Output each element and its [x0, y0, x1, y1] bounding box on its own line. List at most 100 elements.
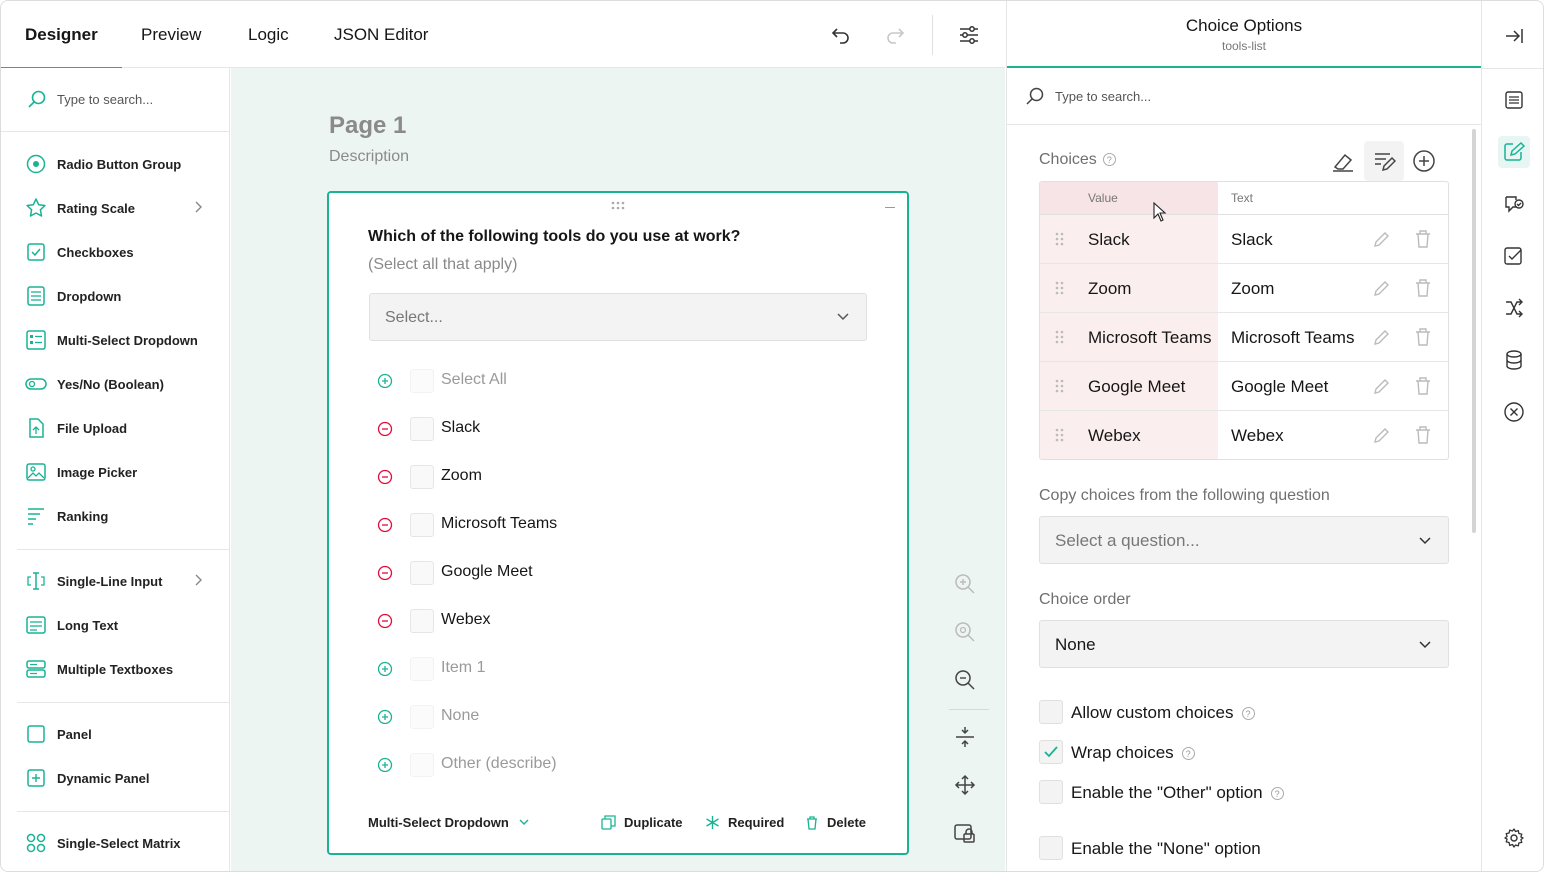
lock-question-button[interactable]: [953, 821, 977, 850]
table-row[interactable]: Zoom Zoom: [1040, 264, 1448, 313]
toolbox-item-dropdown[interactable]: Dropdown: [25, 282, 215, 310]
add-choice-icon[interactable]: [377, 757, 393, 773]
remove-choice-icon[interactable]: [377, 565, 393, 581]
toolbox-item-single-select-matrix[interactable]: Single-Select Matrix: [25, 829, 215, 857]
choice-text-cell[interactable]: Google Meet: [1231, 377, 1355, 397]
choice-item[interactable]: Zoom: [369, 463, 769, 491]
checkbox-box[interactable]: [1039, 836, 1063, 860]
choice-value-cell[interactable]: Google Meet: [1088, 377, 1185, 397]
choice-label[interactable]: Google Meet: [441, 563, 533, 581]
choice-text-cell[interactable]: Webex: [1231, 426, 1355, 446]
toolbox-item-radio-group[interactable]: Radio Button Group: [25, 150, 215, 178]
tab-logic[interactable]: Logic: [248, 1, 289, 68]
delete-button[interactable]: Delete: [805, 812, 866, 832]
add-choice-icon[interactable]: [377, 373, 393, 389]
help-icon[interactable]: ?: [1241, 707, 1255, 721]
drag-handle-icon[interactable]: [1055, 379, 1065, 393]
choice-text-cell[interactable]: Zoom: [1231, 279, 1355, 299]
checkbox-box[interactable]: [1039, 740, 1063, 764]
choice-text-cell[interactable]: Microsoft Teams: [1231, 328, 1355, 348]
help-icon[interactable]: ?: [1270, 787, 1284, 801]
trash-icon[interactable]: [1414, 229, 1432, 249]
choice-item[interactable]: Slack: [369, 415, 769, 443]
toolbox-item-rating[interactable]: Rating Scale: [25, 194, 215, 222]
drag-handle-icon[interactable]: [611, 201, 627, 211]
edit-as-text-button[interactable]: [1364, 141, 1404, 181]
question-title[interactable]: Which of the following tools do you use …: [368, 228, 740, 246]
choice-item-new[interactable]: Item 1: [369, 655, 769, 683]
required-button[interactable]: Required: [705, 812, 784, 832]
survey-settings-button[interactable]: [952, 18, 986, 52]
collapse-all-button[interactable]: [953, 725, 977, 754]
drag-handle-icon[interactable]: [1055, 232, 1065, 246]
choice-label[interactable]: Slack: [441, 419, 480, 437]
table-row[interactable]: Slack Slack: [1040, 215, 1448, 264]
remove-choice-icon[interactable]: [377, 421, 393, 437]
checkbox-box[interactable]: [1039, 700, 1063, 724]
zoom-reset-button[interactable]: [953, 620, 977, 649]
pencil-icon[interactable]: [1372, 229, 1392, 249]
rail-clear-button[interactable]: [1498, 396, 1530, 428]
add-choice-icon[interactable]: [377, 709, 393, 725]
pencil-icon[interactable]: [1372, 376, 1392, 396]
trash-icon[interactable]: [1414, 278, 1432, 298]
drag-handle-icon[interactable]: [1055, 330, 1065, 344]
undo-button[interactable]: [823, 18, 857, 52]
choice-item-none[interactable]: None: [369, 703, 769, 731]
toolbox-item-boolean[interactable]: Yes/No (Boolean): [25, 370, 215, 398]
choice-value-cell[interactable]: Zoom: [1088, 279, 1131, 299]
enable-none-checkbox[interactable]: Enable the "None" option: [1039, 836, 1439, 862]
rail-logic-button[interactable]: [1498, 292, 1530, 324]
toolbox-item-panel[interactable]: Panel: [25, 720, 215, 748]
trash-icon[interactable]: [1414, 425, 1432, 445]
choice-label[interactable]: Item 1: [441, 659, 485, 677]
trash-icon[interactable]: [1414, 327, 1432, 347]
choice-label[interactable]: Other (describe): [441, 755, 557, 773]
choice-label[interactable]: Zoom: [441, 467, 482, 485]
choice-item[interactable]: Webex: [369, 607, 769, 635]
checkbox-box[interactable]: [1039, 780, 1063, 804]
redo-button[interactable]: [879, 18, 913, 52]
choice-order-dropdown[interactable]: None: [1039, 620, 1449, 668]
choice-label[interactable]: Select All: [441, 371, 507, 389]
choice-label[interactable]: Microsoft Teams: [441, 515, 557, 533]
remove-choice-icon[interactable]: [377, 469, 393, 485]
copy-choices-dropdown[interactable]: Select a question...: [1039, 516, 1449, 564]
page-title[interactable]: Page 1: [329, 112, 406, 140]
text-column-header[interactable]: Text: [1231, 191, 1253, 205]
wrap-choices-checkbox[interactable]: Wrap choices?: [1039, 740, 1439, 766]
pencil-icon[interactable]: [1372, 327, 1392, 347]
duplicate-button[interactable]: Duplicate: [601, 812, 683, 832]
toolbox-item-single-line-input[interactable]: Single-Line Input: [25, 567, 215, 595]
question-type-selector[interactable]: Multi-Select Dropdown: [368, 812, 537, 832]
remove-choice-icon[interactable]: [377, 517, 393, 533]
rail-settings-button[interactable]: [1498, 822, 1530, 854]
toolbox-item-dynamic-panel[interactable]: Dynamic Panel: [25, 764, 215, 792]
page-description[interactable]: Description: [329, 148, 409, 166]
allow-custom-choices-checkbox[interactable]: Allow custom choices?: [1039, 700, 1439, 726]
rail-validation-button[interactable]: [1498, 240, 1530, 272]
toolbox-item-checkboxes[interactable]: Checkboxes: [25, 238, 215, 266]
add-choice-button[interactable]: [1411, 148, 1437, 179]
drag-handle-icon[interactable]: [1055, 281, 1065, 295]
choice-value-cell[interactable]: Slack: [1088, 230, 1130, 250]
scrollbar[interactable]: [1472, 129, 1476, 533]
help-icon[interactable]: ?: [1181, 747, 1195, 761]
toolbox-item-long-text[interactable]: Long Text: [25, 611, 215, 639]
collapse-panel-button[interactable]: [1498, 20, 1530, 52]
toolbox-item-image-picker[interactable]: Image Picker: [25, 458, 215, 486]
expand-all-button[interactable]: [953, 773, 977, 802]
drag-handle-icon[interactable]: [1055, 428, 1065, 442]
zoom-in-button[interactable]: [953, 572, 977, 601]
pencil-icon[interactable]: [1372, 278, 1392, 298]
choice-label[interactable]: Webex: [441, 611, 491, 629]
choice-item[interactable]: Microsoft Teams: [369, 511, 769, 539]
question-card[interactable]: Which of the following tools do you use …: [327, 191, 909, 855]
table-row[interactable]: Webex Webex: [1040, 411, 1448, 459]
rail-data-button[interactable]: [1498, 344, 1530, 376]
tab-designer[interactable]: Designer: [1, 1, 122, 69]
table-row[interactable]: Google Meet Google Meet: [1040, 362, 1448, 411]
choice-item-other[interactable]: Other (describe): [369, 751, 769, 779]
enable-other-checkbox[interactable]: Enable the "Other" option?: [1039, 780, 1439, 806]
help-icon[interactable]: ?: [1102, 153, 1116, 167]
